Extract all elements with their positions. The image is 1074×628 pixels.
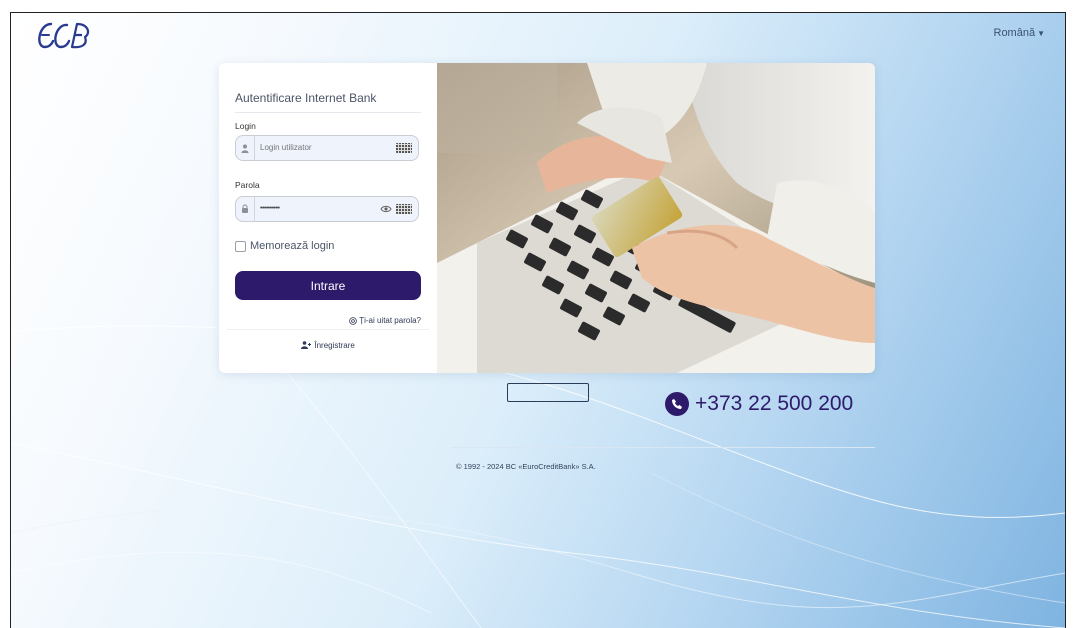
password-input[interactable]: ••••••••••: [260, 197, 370, 221]
checkbox-box[interactable]: [235, 240, 246, 252]
phone-contact[interactable]: +373 22 500 200: [665, 392, 853, 416]
login-input[interactable]: [260, 136, 370, 160]
form-divider: [227, 329, 429, 330]
login-label: Login: [235, 121, 256, 131]
register-link[interactable]: Înregistrare: [219, 341, 437, 350]
forgot-password-label: Ți-ai uitat parola?: [359, 316, 421, 325]
copyright-text: © 1992 - 2024 BC «EuroCreditBank» S.A.: [456, 462, 596, 471]
password-label: Parola: [235, 180, 260, 190]
register-label: Înregistrare: [314, 341, 355, 350]
keyboard-icon[interactable]: [396, 204, 412, 214]
language-label: Română: [993, 27, 1036, 39]
remember-login-checkbox[interactable]: Memorează login: [235, 240, 334, 252]
login-card: Autentificare Internet Bank Login Parola…: [219, 63, 875, 373]
password-field[interactable]: ••••••••••: [235, 196, 419, 222]
eye-icon[interactable]: [380, 204, 392, 214]
phone-number: +373 22 500 200: [695, 392, 854, 415]
ecb-logo[interactable]: [33, 19, 97, 53]
login-form: Autentificare Internet Bank Login Parola…: [219, 63, 437, 373]
page-frame: Română ▼ Autentificare Internet Bank Logi…: [10, 12, 1066, 628]
form-title: Autentificare Internet Bank: [235, 91, 421, 113]
login-field[interactable]: [235, 135, 419, 161]
ecb-logo-mark: [38, 22, 90, 49]
user-icon: [236, 136, 255, 160]
phone-icon: [665, 392, 689, 416]
hero-photo: [437, 63, 875, 373]
footer-divider: [451, 447, 875, 448]
chevron-down-icon: ▼: [1037, 29, 1045, 38]
lock-icon: [236, 197, 255, 221]
forgot-password-link[interactable]: Ți-ai uitat parola?: [349, 316, 421, 325]
help-circle-icon: [349, 316, 357, 325]
keyboard-icon[interactable]: [396, 143, 412, 153]
login-submit-button[interactable]: Intrare: [235, 271, 421, 300]
user-plus-icon: [301, 341, 312, 349]
remember-label: Memorează login: [250, 240, 335, 252]
outline-button[interactable]: [507, 383, 589, 402]
language-selector[interactable]: Română ▼: [994, 27, 1046, 39]
laptop-card-illustration: [437, 63, 875, 373]
